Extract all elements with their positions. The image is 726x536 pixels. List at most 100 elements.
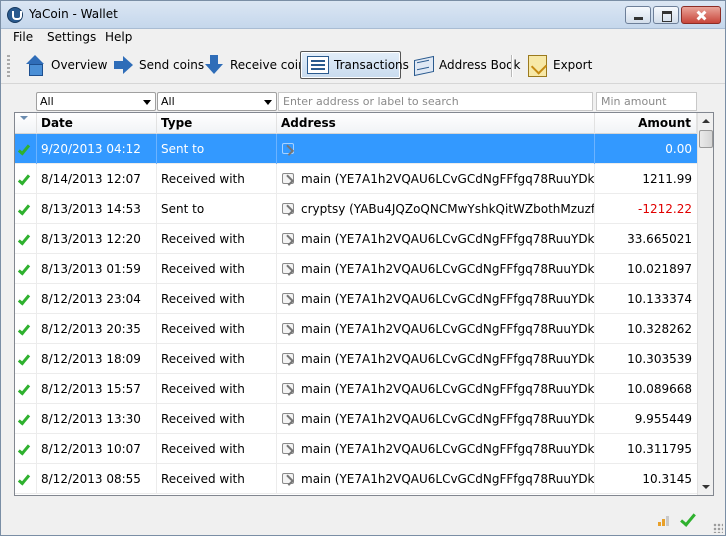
address-text: main (YE7A1h2VQAU6LCvGCdNgFFfgq78RuuYDkX… — [301, 352, 595, 366]
address-cell: main (YE7A1h2VQAU6LCvGCdNgFFfgq78RuuYDkX… — [277, 374, 595, 404]
scroll-up-arrow[interactable] — [698, 113, 713, 129]
table-row[interactable]: 8/12/2013 18:09 Received with main (YE7A1h… — [15, 344, 697, 374]
amount-cell: 10.328262 — [627, 322, 692, 336]
table-row[interactable]: 8/13/2013 12:20 Received with main (YE7A1h… — [15, 224, 697, 254]
menu-help[interactable]: Help — [105, 30, 132, 44]
amount-cell: 10.089668 — [627, 382, 692, 396]
close-button[interactable] — [681, 6, 721, 24]
amount-cell: 10.3145 — [642, 472, 692, 486]
export-button[interactable]: Export — [519, 51, 599, 79]
confirmed-check-icon — [17, 292, 31, 306]
export-label: Export — [553, 58, 593, 72]
window-title: YaCoin - Wallet — [29, 7, 118, 21]
status-cell — [15, 284, 37, 314]
synced-check-icon[interactable] — [680, 510, 696, 527]
toolbar: Overview Send coins Receive coins Transa… — [1, 47, 725, 84]
table-row[interactable]: 8/12/2013 23:04 Received with main (YE7A1h… — [15, 284, 697, 314]
confirmed-check-icon — [17, 472, 31, 486]
type-cell: Sent to — [157, 134, 277, 164]
confirmed-check-icon — [17, 142, 31, 156]
status-cell — [15, 344, 37, 374]
table-row[interactable]: 8/12/2013 10:07 Received with main (YE7A1h… — [15, 434, 697, 464]
menu-settings[interactable]: Settings — [47, 30, 96, 44]
yacoin-logo-icon — [7, 7, 23, 23]
address-cell: main (YE7A1h2VQAU6LCvGCdNgFFfgq78RuuYDkX… — [277, 404, 595, 434]
menu-file[interactable]: File — [13, 30, 33, 44]
resize-grip[interactable] — [713, 523, 723, 533]
address-text: main (YE7A1h2VQAU6LCvGCdNgFFfgq78RuuYDkX… — [301, 412, 595, 426]
confirmed-check-icon — [17, 382, 31, 396]
date-cell: 8/12/2013 08:55 — [37, 464, 157, 494]
overview-label: Overview — [51, 58, 108, 72]
send-coins-label: Send coins — [139, 58, 205, 72]
amount-column-header[interactable]: Amount — [595, 113, 697, 134]
overview-button[interactable]: Overview — [17, 51, 115, 79]
type-cell: Received with — [157, 254, 277, 284]
status-column-header[interactable] — [15, 113, 37, 134]
amount-cell: 33.665021 — [627, 232, 692, 246]
address-cell: main (YE7A1h2VQAU6LCvGCdNgFFfgq78RuuYDkX… — [277, 434, 595, 464]
date-filter-select[interactable]: All — [36, 92, 156, 111]
confirmed-check-icon — [17, 202, 31, 216]
table-row[interactable]: 8/14/2013 12:07 Received with main (YE7A1h… — [15, 164, 697, 194]
type-filter-select[interactable]: All — [157, 92, 277, 111]
status-cell — [15, 194, 37, 224]
date-cell: 8/12/2013 10:07 — [37, 434, 157, 464]
status-cell — [15, 134, 37, 164]
address-cell: main (YE7A1h2VQAU6LCvGCdNgFFfgq78RuuYDkX… — [277, 164, 595, 194]
toolbar-grip[interactable] — [7, 55, 10, 77]
status-cell — [15, 374, 37, 404]
scroll-thumb[interactable] — [699, 130, 713, 148]
table-row[interactable]: 8/12/2013 15:57 Received with main (YE7A1h… — [15, 374, 697, 404]
table-row[interactable]: 8/12/2013 13:30 Received with main (YE7A1h… — [15, 404, 697, 434]
type-column-header[interactable]: Type — [157, 113, 277, 134]
amount-cell: 0.00 — [665, 142, 692, 156]
address-text: main (YE7A1h2VQAU6LCvGCdNgFFfgq78RuuYDkX… — [301, 442, 595, 456]
address-search-input[interactable] — [278, 92, 593, 111]
signal-bars-icon[interactable] — [658, 514, 672, 526]
send-arrow-icon — [112, 54, 134, 76]
confirmed-check-icon — [17, 172, 31, 186]
address-column-header[interactable]: Address — [277, 113, 595, 134]
date-column-header[interactable]: Date — [37, 113, 157, 134]
title-bar[interactable]: YaCoin - Wallet — [1, 1, 725, 29]
toolbar-separator — [511, 55, 513, 77]
min-amount-input[interactable] — [596, 92, 697, 111]
address-cell: main (YE7A1h2VQAU6LCvGCdNgFFfgq78RuuYDkX… — [277, 254, 595, 284]
status-cell — [15, 224, 37, 254]
list-icon — [307, 56, 329, 74]
table-row[interactable]: 8/13/2013 01:59 Received with main (YE7A1h… — [15, 254, 697, 284]
date-cell: 8/13/2013 01:59 — [37, 254, 157, 284]
amount-cell: 10.311795 — [627, 442, 692, 456]
confirmed-check-icon — [17, 442, 31, 456]
amount-cell: 9.955449 — [634, 412, 692, 426]
table-row[interactable]: 9/20/2013 04:12 Sent to 0.00 — [15, 134, 697, 164]
status-cell — [15, 464, 37, 494]
minimize-button[interactable] — [625, 6, 651, 24]
date-filter-value: All — [40, 95, 54, 108]
table-row[interactable]: 8/12/2013 08:55 Received with main (YE7A1h… — [15, 464, 697, 494]
maximize-button[interactable] — [653, 6, 679, 24]
confirmed-check-icon — [17, 412, 31, 426]
address-direction-icon — [282, 293, 294, 304]
type-cell: Received with — [157, 284, 277, 314]
confirmed-check-icon — [17, 352, 31, 366]
table-row[interactable]: 8/12/2013 20:35 Received with main (YE7A1h… — [15, 314, 697, 344]
table-body: 9/20/2013 04:12 Sent to 0.00 8/14/2013 12:0… — [15, 134, 697, 494]
transactions-table: Date Type Address Amount 9/20/2013 04:12… — [14, 112, 714, 496]
confirmed-check-icon — [17, 322, 31, 336]
address-book-button[interactable]: Address Book — [405, 51, 527, 79]
address-cell: main (YE7A1h2VQAU6LCvGCdNgFFfgq78RuuYDkX… — [277, 314, 595, 344]
home-icon — [24, 54, 46, 76]
date-cell: 9/20/2013 04:12 — [37, 134, 157, 164]
type-cell: Received with — [157, 344, 277, 374]
vertical-scrollbar[interactable] — [697, 113, 713, 495]
scroll-down-arrow[interactable] — [698, 479, 713, 495]
address-book-icon — [412, 54, 434, 76]
table-row[interactable]: 8/13/2013 14:53 Sent to cryptsy (YABu4JQZo… — [15, 194, 697, 224]
menu-bar: File Settings Help — [1, 29, 725, 47]
table-header: Date Type Address Amount — [15, 113, 697, 134]
amount-cell: 1211.99 — [642, 172, 692, 186]
address-text: cryptsy (YABu4JQZoQNCMwYshkQitWZbothMzuz… — [301, 202, 595, 216]
transactions-button[interactable]: Transactions — [300, 51, 409, 79]
